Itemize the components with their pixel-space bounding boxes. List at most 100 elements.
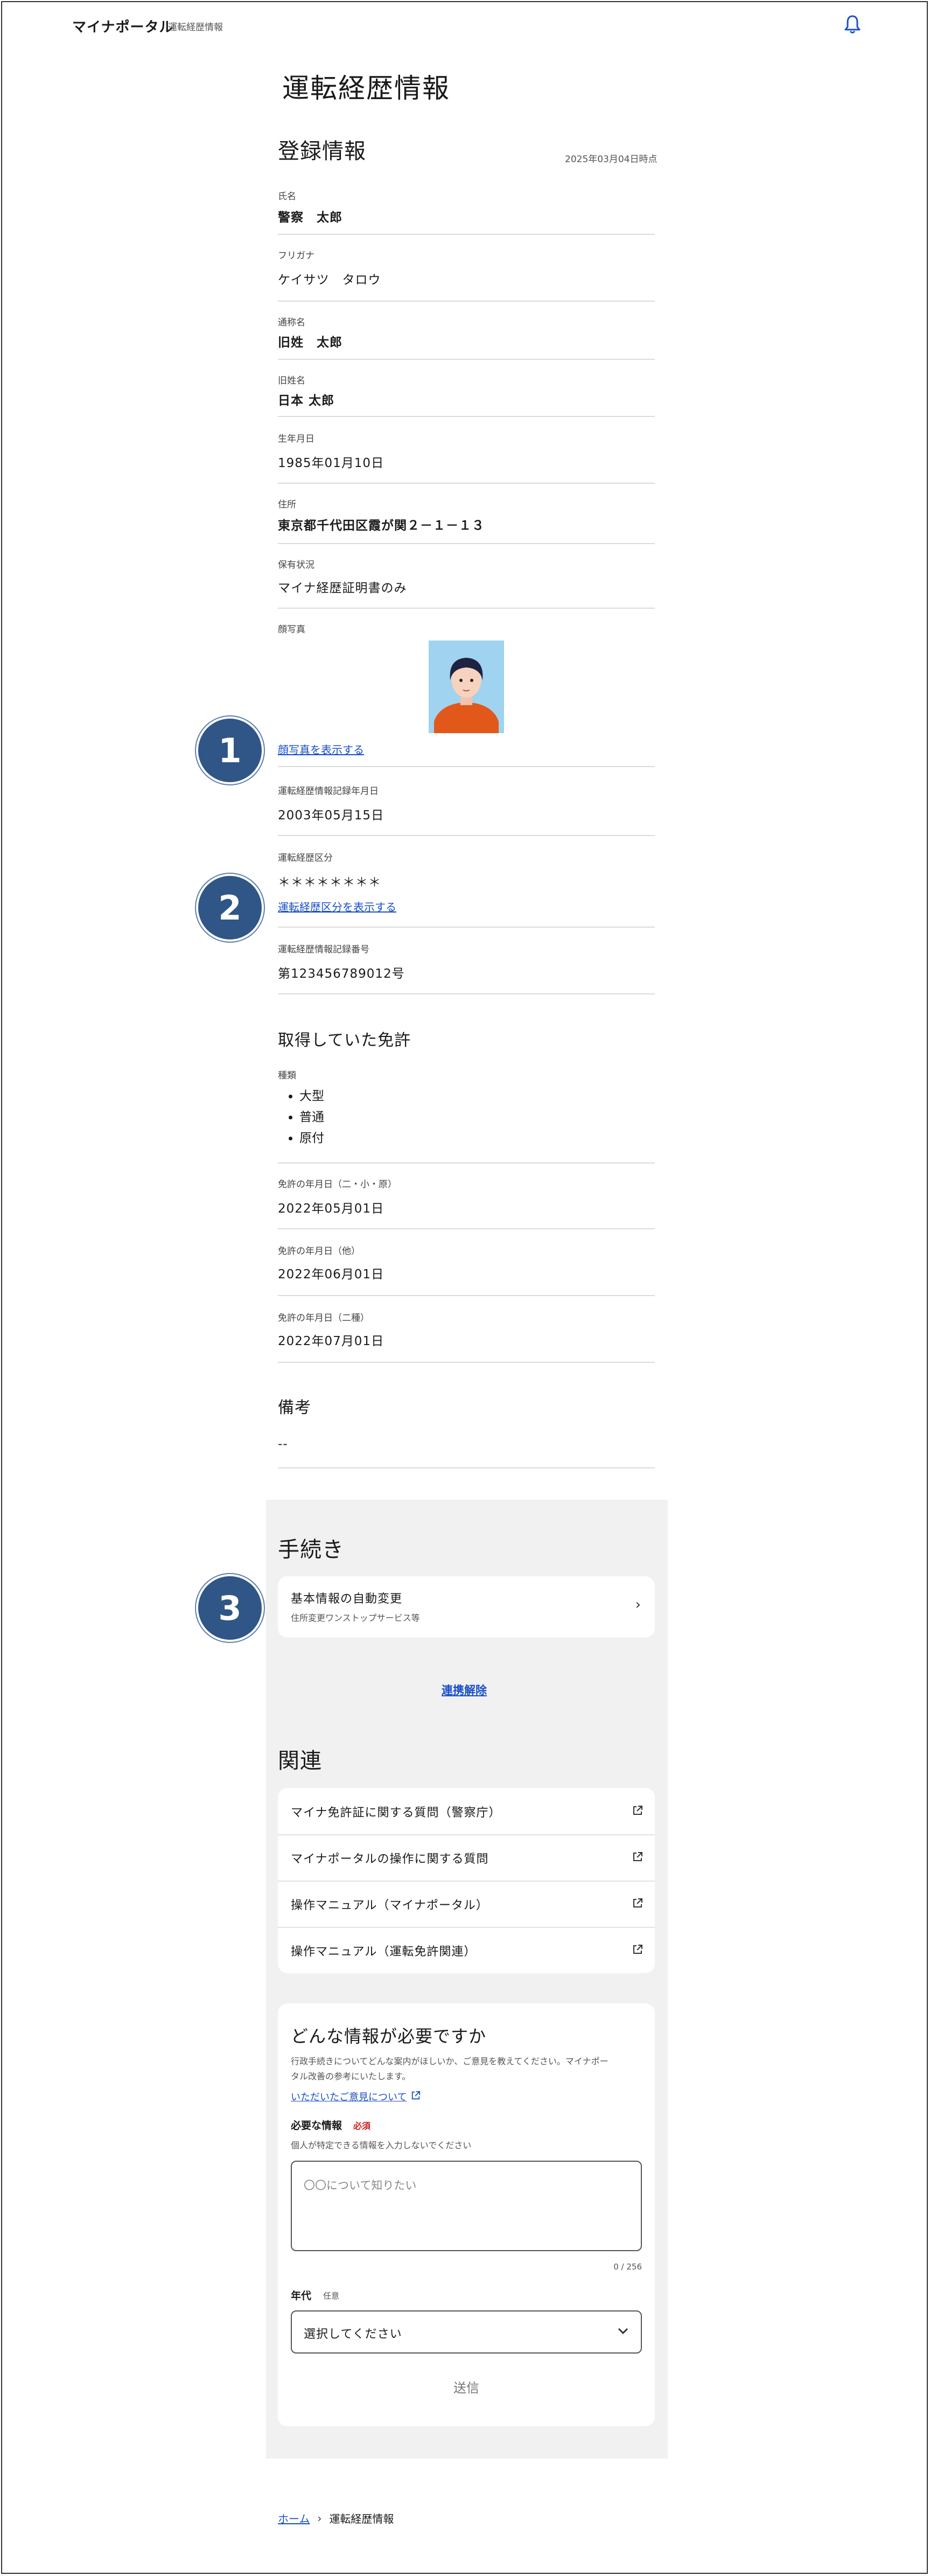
procedures-panel: 手続き 基本情報の自動変更 住所変更ワンストップサービス等 › 連携解除 関連 … — [266, 1500, 668, 2459]
annotation-badge-3: 3 — [198, 1576, 262, 1640]
notification-bell-icon[interactable] — [843, 14, 862, 34]
age-select-value: 選択してください — [304, 2328, 402, 2341]
unlink-link[interactable]: 連携解除 — [442, 1682, 487, 1698]
feedback-card: どんな情報が必要ですか 行政手続きについてどんな案内がほしいか、ご意見を教えてく… — [278, 2003, 655, 2426]
field-label-name: 氏名 — [278, 191, 296, 202]
required-info-hint: 個人が特定できる情報を入力しないでください — [291, 2140, 472, 2150]
related-link-label: 操作マニュアル（運転免許関連） — [291, 1945, 477, 1959]
opinion-link[interactable]: いただいたご意見について — [291, 2090, 421, 2104]
related-link-label: マイナ免許証に関する質問（警察庁） — [291, 1806, 501, 1820]
divider — [278, 1467, 655, 1468]
divider — [278, 993, 655, 994]
field-value-holding-status: マイナ経歴証明書のみ — [278, 581, 407, 595]
licenses-heading: 取得していた免許 — [278, 1031, 411, 1050]
age-label: 年代 — [291, 2290, 312, 2302]
license-date-label-1: 免許の年月日（二・小・原） — [278, 1179, 397, 1190]
feedback-heading: どんな情報が必要ですか — [291, 2026, 487, 2046]
field-value-birthdate: 1985年01月10日 — [278, 456, 384, 470]
related-link-label: マイナポータルの操作に関する質問 — [291, 1853, 489, 1866]
field-label-maiden-name: 旧姓名 — [278, 375, 305, 386]
show-photo-link[interactable]: 顔写真を表示する — [278, 741, 364, 757]
field-label-record-number: 運転経歴情報記録番号 — [278, 944, 369, 955]
optional-tag: 任意 — [323, 2291, 340, 2301]
divider — [278, 234, 655, 235]
as-of-date: 2025年03月04日時点 — [565, 154, 658, 165]
divider — [278, 1162, 655, 1164]
field-label-photo: 顔写真 — [278, 624, 305, 635]
feedback-description-line2: タル改善の参考にいたします。 — [291, 2071, 411, 2081]
field-label-address: 住所 — [278, 499, 296, 510]
divider — [278, 1228, 655, 1229]
header-subtitle: 運転経歴情報 — [168, 22, 223, 33]
field-value-alias: 旧姓 太郎 — [278, 336, 342, 350]
related-link-label: 操作マニュアル（マイナポータル） — [291, 1899, 488, 1912]
license-date-value-3: 2022年07月01日 — [278, 1334, 384, 1348]
face-photo — [429, 640, 504, 733]
field-label-record-date: 運転経歴情報記録年月日 — [278, 786, 379, 797]
license-types-label: 種類 — [278, 1070, 296, 1081]
divider — [278, 416, 655, 417]
list-item: 大型 — [299, 1086, 324, 1107]
field-label-category: 運転経歴区分 — [278, 853, 333, 864]
divider — [278, 766, 655, 767]
related-link-4[interactable]: 操作マニュアル（運転免許関連） — [278, 1927, 655, 1973]
field-label-alias: 通称名 — [278, 317, 305, 328]
related-link-1[interactable]: マイナ免許証に関する質問（警察庁） — [278, 1788, 655, 1835]
divider — [278, 483, 655, 484]
breadcrumb-separator-icon: › — [317, 2511, 322, 2525]
divider — [278, 927, 655, 928]
license-types-list: 大型 普通 原付 — [278, 1086, 324, 1149]
field-value-maiden-name: 日本 太郎 — [278, 394, 335, 408]
divider — [278, 301, 655, 302]
field-value-category-masked: ＊＊＊＊＊＊＊＊ — [278, 875, 381, 889]
show-category-link[interactable]: 運転経歴区分を表示する — [278, 899, 396, 914]
auto-change-card[interactable]: 基本情報の自動変更 住所変更ワンストップサービス等 › — [278, 1576, 655, 1638]
field-value-furigana: ケイサツ タロウ — [278, 273, 381, 287]
remarks-value: -- — [278, 1437, 288, 1451]
related-heading: 関連 — [278, 1749, 322, 1773]
divider — [278, 359, 655, 360]
divider — [278, 1362, 655, 1363]
field-value-record-number: 第123456789012号 — [278, 967, 405, 981]
feedback-description-line1: 行政手続きについてどんな案内がほしいか、ご意見を教えてください。マイナポー — [291, 2056, 609, 2066]
annotation-badge-1: 1 — [198, 719, 262, 782]
app-title[interactable]: マイナポータル — [72, 16, 173, 36]
breadcrumb: ホーム › 運転経歴情報 — [278, 2510, 394, 2526]
breadcrumb-current: 運転経歴情報 — [329, 2512, 394, 2525]
age-select[interactable]: 選択してください — [291, 2310, 642, 2354]
auto-change-subtitle: 住所変更ワンストップサービス等 — [291, 1613, 420, 1623]
external-link-icon — [411, 2091, 421, 2102]
textarea-placeholder: 〇〇について知りたい — [304, 2179, 417, 2192]
char-counter: 0 / 256 — [613, 2262, 642, 2272]
list-item: 原付 — [299, 1128, 324, 1149]
external-link-icon — [632, 1898, 643, 1909]
procedures-heading: 手続き — [278, 1537, 344, 1562]
remarks-heading: 備考 — [278, 1398, 311, 1417]
license-date-label-2: 免許の年月日（他） — [278, 1246, 360, 1257]
related-link-2[interactable]: マイナポータルの操作に関する質問 — [278, 1834, 655, 1882]
page-frame: マイナポータル 運転経歴情報 運転経歴情報 登録情報 2025年03月04日時点… — [1, 1, 928, 2574]
external-link-icon — [632, 1944, 643, 1955]
divider — [278, 1295, 655, 1296]
license-date-value-1: 2022年05月01日 — [278, 1202, 384, 1216]
submit-button[interactable]: 送信 — [278, 2377, 655, 2396]
external-link-icon — [632, 1851, 643, 1862]
related-links-card: マイナ免許証に関する質問（警察庁） マイナポータルの操作に関する質問 操作マニュ… — [278, 1788, 655, 1973]
required-tag: 必須 — [353, 2121, 371, 2131]
external-link-icon — [632, 1805, 643, 1816]
field-value-address: 東京都千代田区霞が関２－１－１３ — [278, 519, 485, 533]
license-date-label-3: 免許の年月日（二種） — [278, 1313, 369, 1324]
list-item: 普通 — [299, 1107, 324, 1128]
field-label-furigana: フリガナ — [278, 250, 314, 261]
breadcrumb-home[interactable]: ホーム — [278, 2510, 310, 2526]
field-label-holding-status: 保有状況 — [278, 560, 314, 570]
needed-info-textarea[interactable]: 〇〇について知りたい — [291, 2161, 642, 2251]
opinion-link-label: いただいたご意見について — [291, 2092, 407, 2103]
related-link-3[interactable]: 操作マニュアル（マイナポータル） — [278, 1881, 655, 1928]
auto-change-title: 基本情報の自動変更 — [291, 1592, 403, 1606]
page-title: 運転経歴情報 — [282, 73, 450, 104]
chevron-down-icon — [617, 2327, 629, 2337]
registration-heading: 登録情報 — [278, 139, 366, 164]
divider — [278, 835, 655, 836]
license-date-value-2: 2022年06月01日 — [278, 1268, 384, 1282]
